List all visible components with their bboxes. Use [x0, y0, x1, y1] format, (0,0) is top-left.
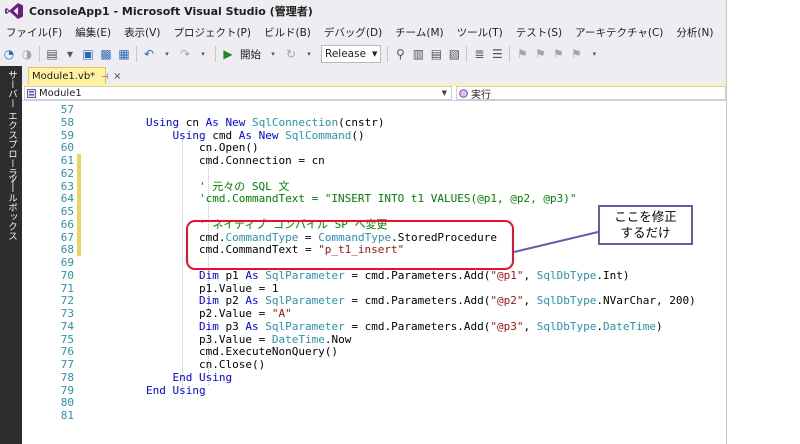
callout-note: ここを修正 するだけ: [598, 205, 693, 245]
callout-line-2: するだけ: [620, 225, 671, 240]
callout-line-1: ここを修正: [614, 209, 677, 224]
